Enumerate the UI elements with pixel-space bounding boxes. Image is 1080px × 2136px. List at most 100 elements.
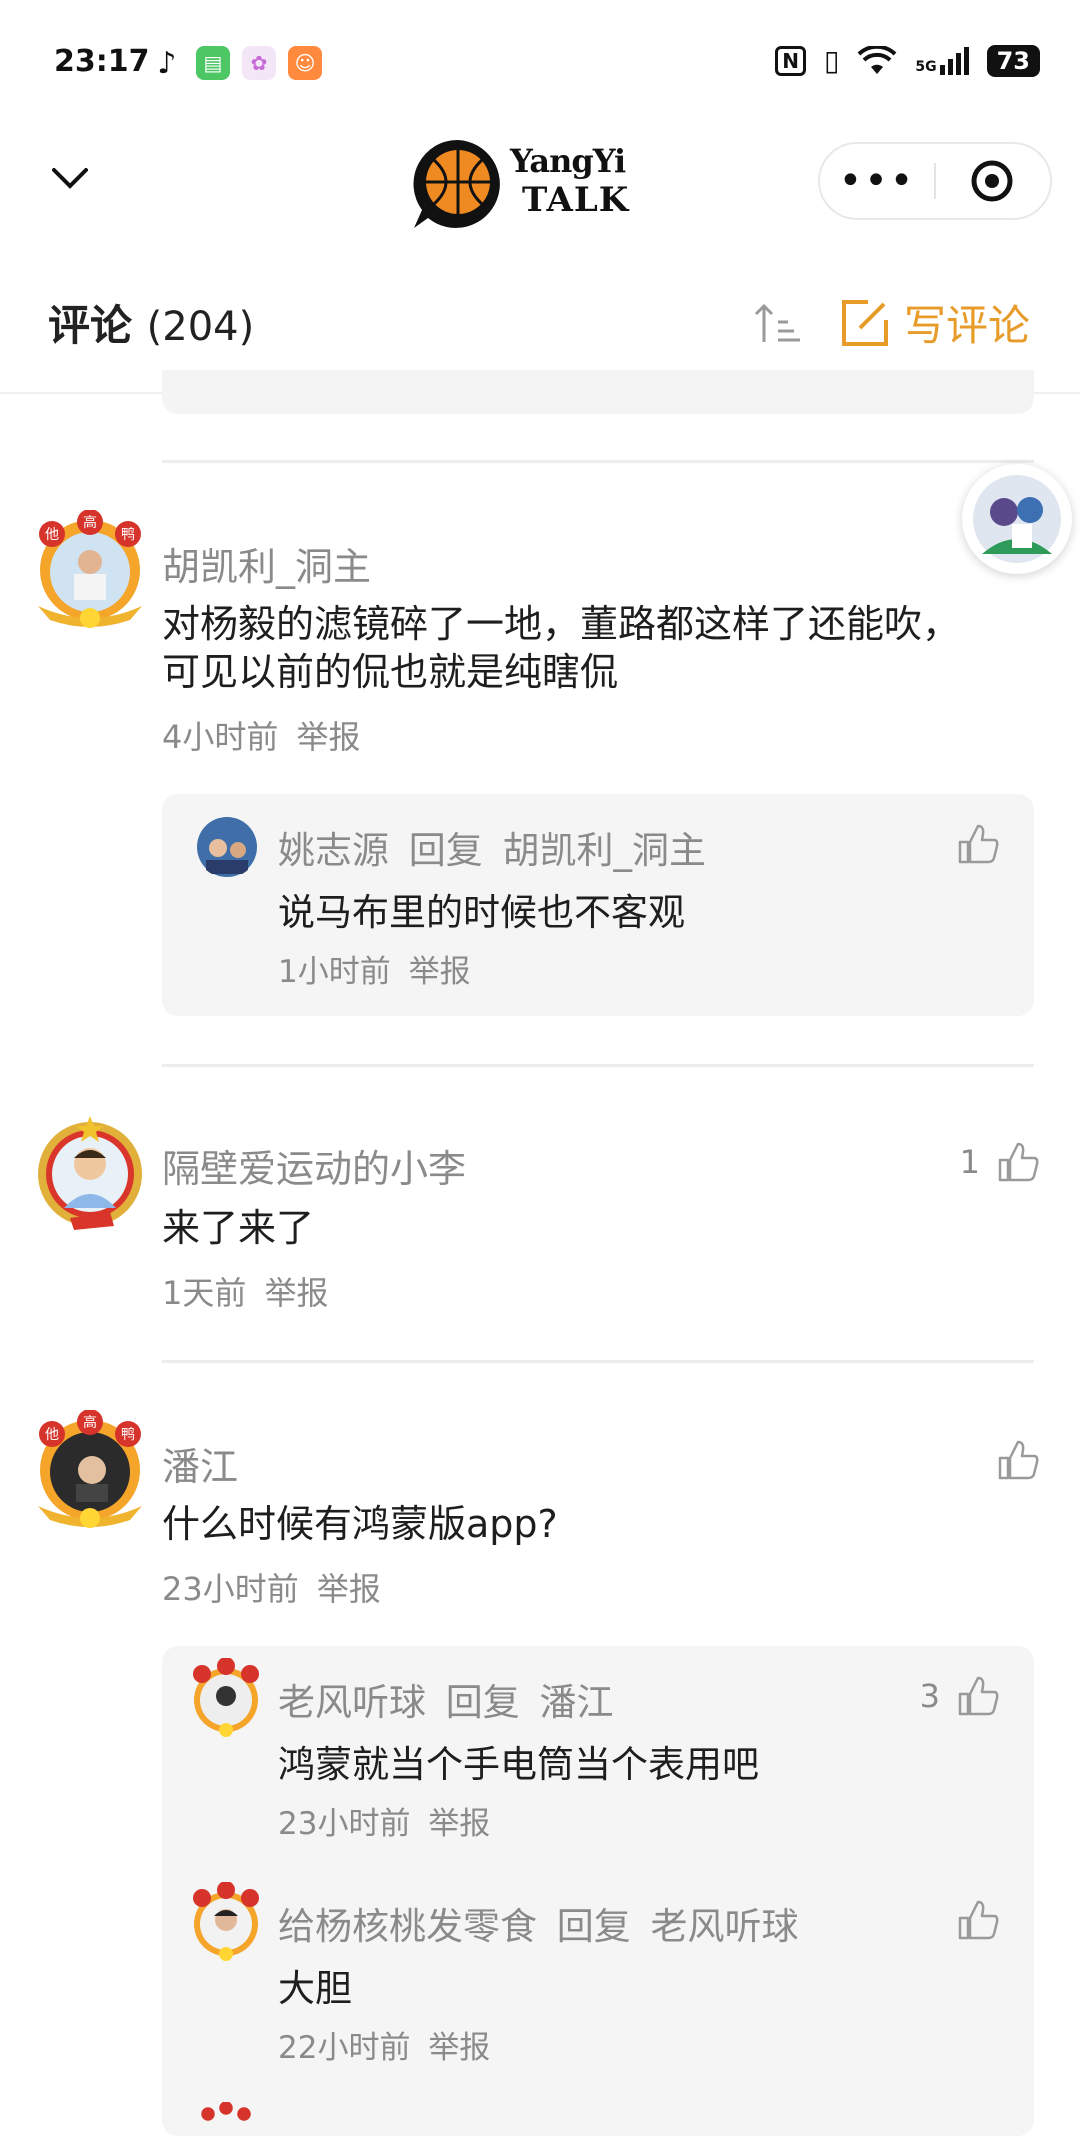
reply-target[interactable]: 胡凯利_洞主 [503,829,707,872]
edit-icon [842,299,888,346]
reply-meta: 23小时前 举报 [278,1798,490,1843]
thumbs-up-icon [958,1900,999,1940]
message-app-icon: ▤ [196,46,230,80]
comment-divider [162,1360,1034,1363]
sort-icon[interactable] [752,300,802,346]
comment-author[interactable]: 潘江 [162,1436,238,1491]
reply-like-button[interactable] [956,1898,1000,1942]
reply-meta: 22小时前 举报 [278,2022,490,2067]
avatar-icon [197,817,257,877]
floating-user-avatar[interactable] [962,464,1072,574]
reply-time: 23小时前 [278,1806,411,1842]
reply-time: 22小时前 [278,2030,411,2066]
logo-text-yangyi: YangYi [510,142,626,180]
status-app-icons: ♪ ▤ ✿ ☺ [150,46,322,81]
reply-text: 鸿蒙就当个手电筒当个表用吧 [278,1743,759,1786]
write-comment-label: 写评论 [904,301,1031,350]
avatar-badge-icon [193,1657,259,1737]
comment-like-button[interactable] [996,1438,1040,1482]
reply-author[interactable]: 姚志源 [278,829,389,872]
avatar-badge-icon: 他 高 鸭 [38,1409,142,1528]
anime-avatar-icon [973,475,1061,563]
reply-like-button[interactable]: 3 [920,1674,1000,1718]
person-app-icon: ☺ [288,46,322,80]
tiktok-icon: ♪ [150,46,184,81]
reply-target[interactable]: 潘江 [540,1681,614,1724]
avatar-badge-icon [201,2101,251,2121]
comment-divider [162,460,1034,463]
thumbs-up-icon [998,1440,1039,1480]
comment-meta: 4小时前 举报 [162,712,361,758]
reply-like-button[interactable] [956,822,1000,866]
comment-text-line: 什么时候有鸿蒙版app? [162,1502,558,1546]
badge-char-2: 高 [83,514,97,531]
badge-char-2: 高 [83,1414,97,1431]
status-right: N ▯ 5G 73 [775,44,1040,77]
miniapp-capsule: ••• [818,142,1052,220]
reply-meta: 1小时前 举报 [278,946,471,991]
report-link[interactable]: 举报 [428,1806,490,1842]
reply-header: 给杨核桃发零食 回复 老风听球 [278,1896,799,1950]
wifi-icon [857,45,897,74]
reply-avatar[interactable] [196,816,258,882]
close-miniapp-button[interactable] [936,159,1048,203]
report-link[interactable]: 举报 [265,1274,329,1312]
thumbs-up-icon [998,1142,1039,1182]
reply-box: 姚志源 回复 胡凯利_洞主 说马布里的时候也不客观 1小时前 举报 [162,794,1034,1016]
yangyi-talk-logo: YangYi TALK [410,136,670,232]
report-link[interactable]: 举报 [317,1570,381,1608]
report-link[interactable]: 举报 [409,954,471,990]
badge-char-3: 鸭 [121,1427,135,1443]
comment-like-button[interactable]: 1 [960,1140,1040,1184]
avatar-badge-icon [38,1116,142,1230]
chevron-down-icon[interactable] [52,160,88,196]
reply-avatar[interactable] [186,1657,266,1742]
vibrate-icon: ▯ [823,44,840,77]
comment-divider [162,1064,1034,1067]
thumbs-up-icon [958,1676,999,1716]
like-count: 1 [959,1143,980,1181]
reply-avatar[interactable] [186,1881,266,1966]
more-options-button[interactable]: ••• [820,161,934,201]
reply-word: 回复 [408,829,483,872]
reply-header: 老风听球 回复 潘江 [278,1672,614,1726]
reply-avatar-partial[interactable] [186,2101,266,2136]
reply-text: 大胆 [278,1967,352,2010]
comment-text-line: 来了来了 [162,1206,315,1250]
reply-header: 姚志源 回复 胡凯利_洞主 [278,820,706,874]
reply-author[interactable]: 老风听球 [278,1681,426,1724]
comment-author[interactable]: 胡凯利_洞主 [162,536,371,591]
reply-word: 回复 [556,1905,631,1948]
report-link[interactable]: 举报 [428,2030,490,2066]
write-comment-button[interactable]: 写评论 [840,292,1030,353]
comment-author[interactable]: 隔壁爱运动的小李 [162,1138,466,1193]
comment-time: 4小时前 [162,718,279,756]
comment-3-avatar[interactable]: 他 高 鸭 [30,1409,150,1534]
like-count: 3 [919,1677,940,1715]
badge-char-1: 他 [45,1427,59,1443]
report-link[interactable]: 举报 [297,718,361,756]
signal-5g-icon: 5G [915,46,969,75]
logo-text-talk: TALK [522,180,630,220]
badge-char-1: 他 [45,527,59,543]
comment-2-avatar[interactable] [30,1114,150,1238]
nfc-icon: N [775,45,806,76]
comment-time: 1天前 [162,1274,247,1312]
reply-target[interactable]: 老风听球 [651,1905,799,1948]
comment-1-avatar[interactable]: 他 高 鸭 [30,509,150,634]
battery-indicator: 73 [986,44,1040,77]
comment-text-line: 对杨毅的滤镜碎了一地，董路都这样了还能吹， [162,602,961,646]
badge-char-3: 鸭 [121,527,135,543]
target-icon [971,160,1013,202]
previous-reply-box-edge [162,370,1034,414]
reply-author[interactable]: 给杨核桃发零食 [278,1905,537,1948]
comment-meta: 1天前 举报 [162,1268,329,1314]
thumbs-up-icon [958,824,999,864]
reply-word: 回复 [445,1681,520,1724]
comment-time: 23小时前 [162,1570,299,1608]
reply-text: 说马布里的时候也不客观 [278,891,685,934]
avatar-badge-icon [193,1881,259,1961]
comment-bar-title: 评论 (204) [48,292,254,353]
comment-text-line: 可见以前的侃也就是纯瞎侃 [162,650,619,694]
reply-time: 1小时前 [278,954,391,990]
